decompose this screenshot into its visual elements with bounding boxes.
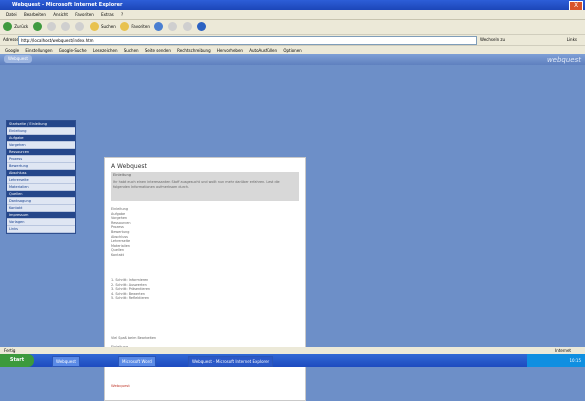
list-heading: Viel Spaß beim Bearbeiten xyxy=(111,336,157,340)
print-icon[interactable] xyxy=(182,22,192,31)
nav-item[interactable]: Abschluss xyxy=(7,170,75,177)
footer-link[interactable]: Webquest xyxy=(111,383,130,388)
clock: 10:15 xyxy=(569,358,581,363)
nav-item[interactable]: Einleitung xyxy=(7,128,75,135)
back-icon[interactable] xyxy=(3,22,12,31)
taskbar-item-active[interactable]: Webquest - Microsoft Internet Explorer xyxy=(188,356,274,367)
link-settings[interactable]: Einstellungen xyxy=(25,48,52,53)
link-options[interactable]: Optionen xyxy=(283,48,301,53)
refresh-icon[interactable] xyxy=(61,22,71,31)
list-item: 1. Schritt: Informieren xyxy=(111,278,149,282)
window-title: Webquest - Microsoft Internet Explorer xyxy=(12,2,123,8)
intro-band: Einleitung Ihr habt euch einen interessa… xyxy=(111,172,299,201)
list-item: Einleitung xyxy=(111,207,128,211)
page-title: A Webquest xyxy=(111,163,147,170)
status-bar: Fertig Internet xyxy=(0,347,585,354)
nav-item[interactable]: Impressum xyxy=(7,212,75,219)
nav-item[interactable]: Lehrerseite xyxy=(7,177,75,184)
links-label[interactable]: Links xyxy=(567,35,577,45)
nav-item[interactable]: Bewertung xyxy=(7,163,75,170)
page-tab[interactable]: Webquest xyxy=(4,55,32,63)
address-label: Adresse xyxy=(3,37,19,42)
taskbar-item[interactable]: Microsoft Word xyxy=(118,356,156,367)
nav-item[interactable]: Kontakt xyxy=(7,205,75,212)
link-google[interactable]: Google xyxy=(5,48,19,53)
page-subtitle: Einleitung xyxy=(113,173,132,177)
list-item: Bewertung xyxy=(111,229,130,234)
history-icon[interactable] xyxy=(154,22,164,31)
intro-text: Ihr habt euch einen interessanten Stoff … xyxy=(113,180,280,189)
nav-item[interactable]: Vorgehen xyxy=(7,142,75,149)
content-list-2: 1. Schritt: Informieren 2. Schritt: Ausw… xyxy=(111,278,150,301)
side-navigation: Startseite / Einleitung Einleitung Aufga… xyxy=(6,120,76,234)
back-label[interactable]: Zurück xyxy=(14,24,28,29)
menu-file[interactable]: Datei xyxy=(6,12,17,17)
search-label[interactable]: Suchen xyxy=(101,24,116,29)
nav-item[interactable]: Aufgabe xyxy=(7,135,75,142)
taskbar-item[interactable]: Webquest xyxy=(52,356,80,367)
menu-favorites[interactable]: Favoriten xyxy=(75,12,94,17)
nav-item[interactable]: Prozess xyxy=(7,156,75,163)
menu-tools[interactable]: Extras xyxy=(101,12,114,17)
link-search[interactable]: Suchen xyxy=(124,48,139,53)
address-bar: Adresse http://localhost/webquest/index.… xyxy=(0,34,585,45)
page-viewport: Startseite / Einleitung Einleitung Aufga… xyxy=(0,65,585,401)
address-field[interactable]: http://localhost/webquest/index.htm xyxy=(18,36,477,45)
menu-bar: Datei Bearbeiten Ansicht Favoriten Extra… xyxy=(0,10,585,20)
forward-icon[interactable] xyxy=(32,22,42,31)
link-spellcheck[interactable]: Rechtschreibung xyxy=(177,48,210,53)
link-send-page[interactable]: Seite senden xyxy=(145,48,171,53)
search-icon[interactable] xyxy=(89,22,99,31)
link-highlight[interactable]: Hervorheben xyxy=(217,48,243,53)
browser-toolbar: Zurück Suchen Favoriten xyxy=(0,20,585,34)
nav-item[interactable]: Materialien xyxy=(7,184,75,191)
go-button[interactable]: Wechseln zu xyxy=(480,36,520,44)
link-bookmarks[interactable]: Lesezeichen xyxy=(93,48,118,53)
menu-help[interactable]: ? xyxy=(121,12,123,17)
nav-item[interactable]: Startseite / Einleitung xyxy=(7,121,75,128)
link-autofill[interactable]: AutoAusfüllen xyxy=(249,48,277,53)
menu-view[interactable]: Ansicht xyxy=(53,12,68,17)
window-titlebar: Webquest - Microsoft Internet Explorer X xyxy=(0,0,585,11)
status-text: Fertig xyxy=(4,348,16,353)
list-item: 5. Schritt: Reflektieren xyxy=(111,296,150,301)
menu-edit[interactable]: Bearbeiten xyxy=(24,12,46,17)
home-icon[interactable] xyxy=(75,22,85,31)
nav-item[interactable]: Danksagung xyxy=(7,198,75,205)
favorites-icon[interactable] xyxy=(120,22,130,31)
word-icon[interactable] xyxy=(196,22,206,31)
nav-item[interactable]: Ressourcen xyxy=(7,149,75,156)
nav-item[interactable]: Links xyxy=(7,226,75,233)
list-item: Kontakt xyxy=(111,252,124,257)
mail-icon[interactable] xyxy=(168,22,178,31)
content-list-1: Einleitung Aufgabe Vorgehen Ressourcen P… xyxy=(111,207,130,258)
system-tray: 10:15 xyxy=(527,354,585,367)
taskbar: Start Webquest Microsoft Word Webquest -… xyxy=(0,354,585,367)
page-tab-bar: Webquest webquest xyxy=(0,54,585,65)
favorites-label[interactable]: Favoriten xyxy=(131,24,150,29)
nav-item[interactable]: Quellen xyxy=(7,191,75,198)
stop-icon[interactable] xyxy=(46,22,56,31)
zone-text: Internet xyxy=(555,348,571,353)
nav-item[interactable]: Vorlagen xyxy=(7,219,75,226)
start-button[interactable]: Start xyxy=(0,354,34,367)
link-google-search[interactable]: Google-Suche xyxy=(59,48,87,53)
